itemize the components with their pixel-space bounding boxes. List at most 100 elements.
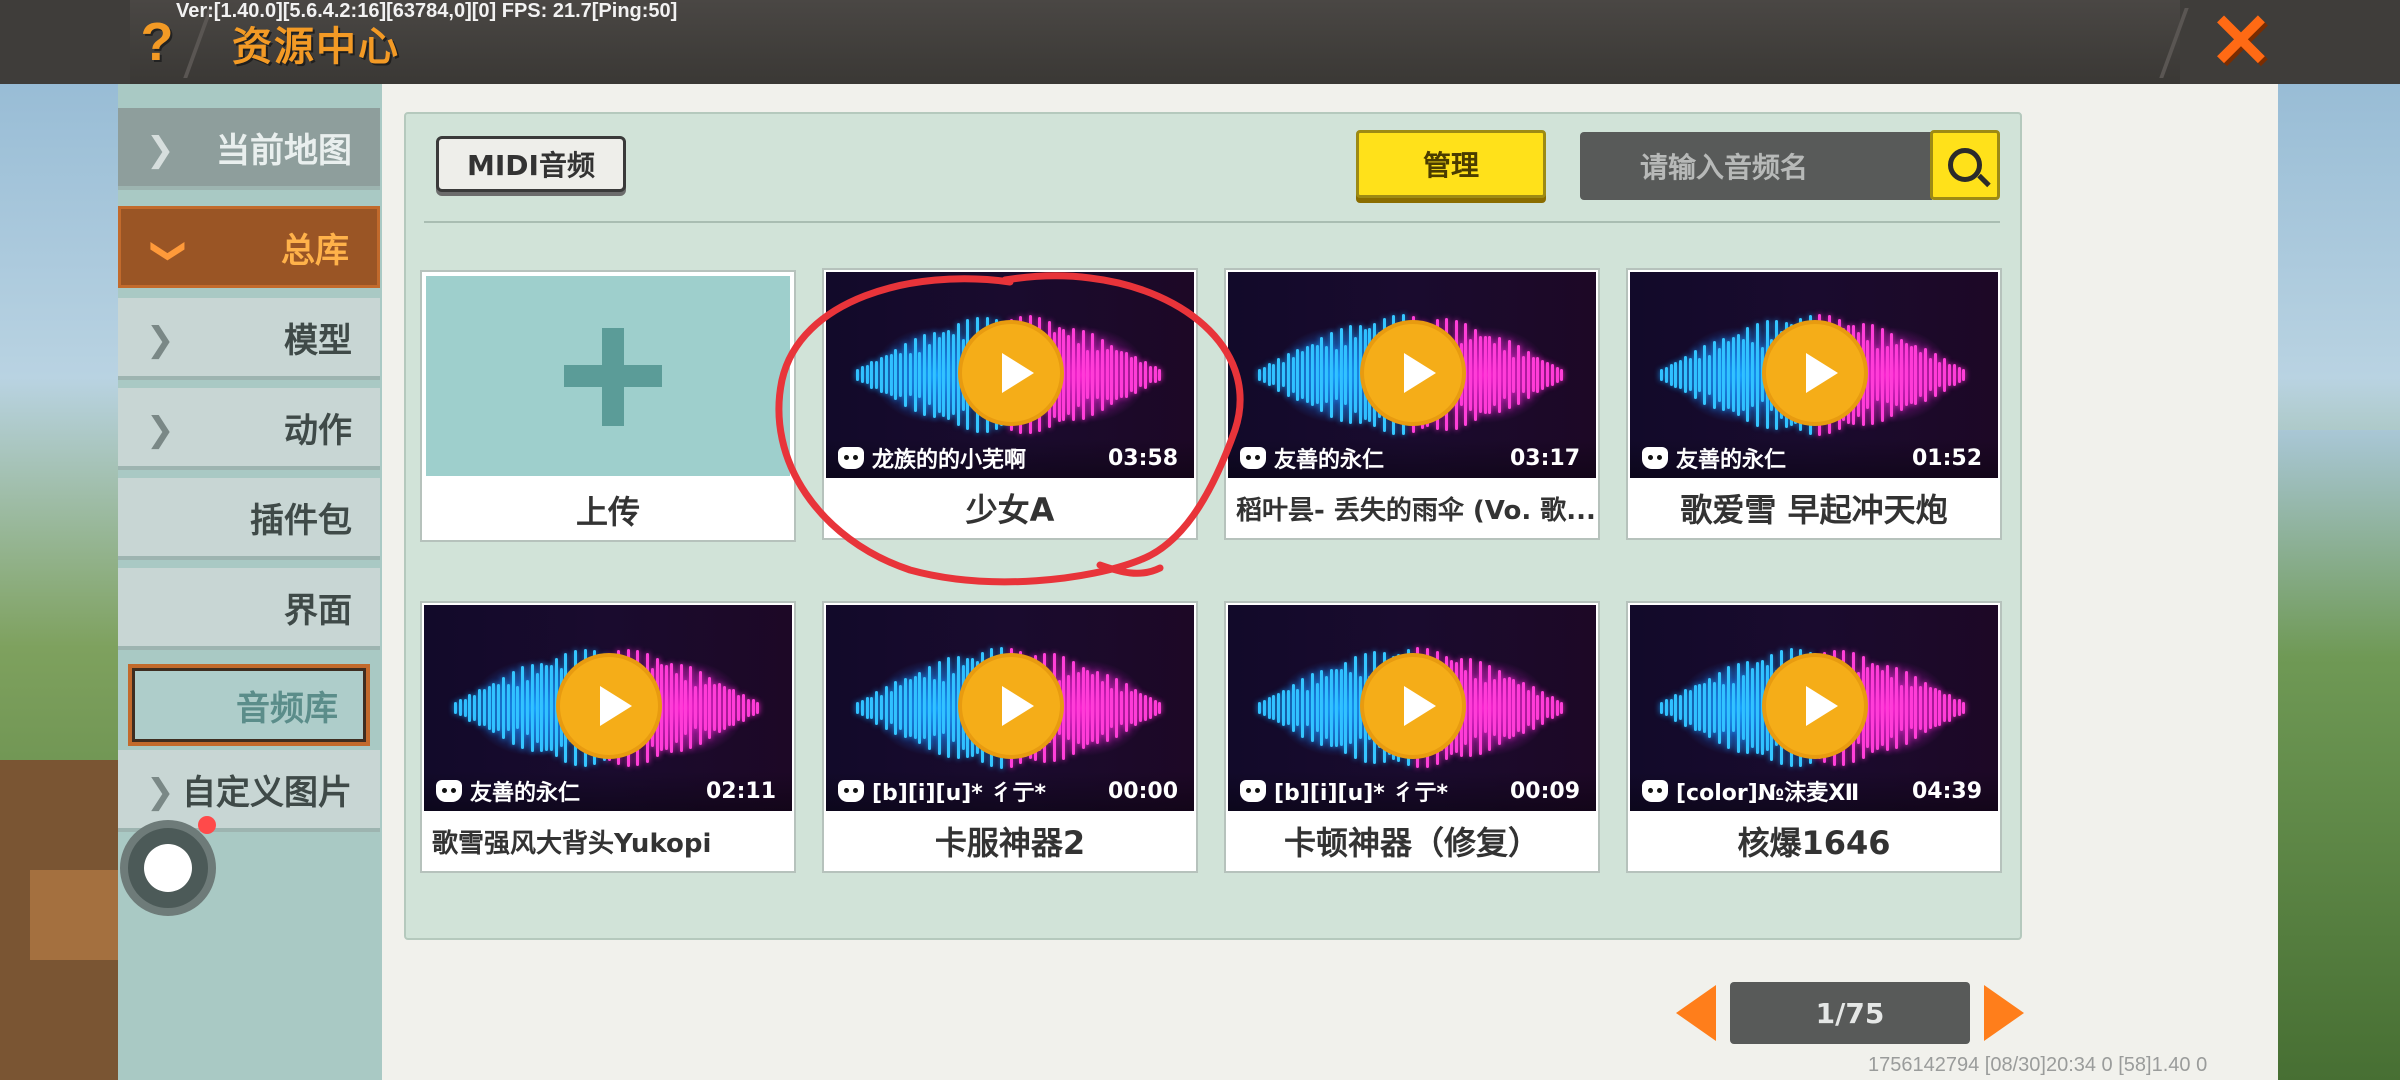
waveform-bar <box>1282 362 1285 387</box>
play-icon[interactable] <box>1762 653 1868 759</box>
waveform-bar <box>1349 325 1352 424</box>
sidebar-item-ui[interactable]: 界面 <box>118 568 380 650</box>
waveform-bar <box>1096 671 1099 744</box>
waveform-bar <box>904 343 907 407</box>
waveform-bar <box>1881 328 1884 422</box>
waveform-bar <box>938 661 941 755</box>
card-title: 歌爱雪 早起冲天炮 <box>1680 491 1948 529</box>
help-icon[interactable]: ? <box>132 10 182 74</box>
waveform-bar <box>947 657 950 758</box>
waveform-bar <box>1474 678 1477 738</box>
waveform-bar <box>1881 670 1884 746</box>
waveform-bar <box>1503 350 1506 399</box>
sidebar-item-models[interactable]: ❯ 模型 <box>118 298 380 380</box>
sidebar-item-custom-images[interactable]: ❯ 自定义图片 <box>118 750 380 832</box>
waveform-bar <box>942 681 945 734</box>
audio-meta: [b][i][u]* 彳亍* 00:00 <box>826 771 1194 811</box>
waveform-bar <box>880 357 883 393</box>
next-page-button[interactable] <box>1984 985 2024 1041</box>
waveform-bar <box>1756 323 1759 427</box>
waveform-bar <box>1698 684 1701 731</box>
sidebar-item-label: 插件包 <box>250 500 352 541</box>
waveform-bar <box>1551 696 1554 719</box>
waveform-bar <box>665 665 668 750</box>
sidebar-item-label: 动作 <box>284 410 352 451</box>
waveform-bar <box>1895 344 1898 406</box>
previous-page-button[interactable] <box>1676 985 1716 1041</box>
sidebar-item-audio-library[interactable]: 音频库 <box>128 664 370 746</box>
waveform-bar <box>512 671 515 745</box>
waveform-bar <box>1905 343 1908 406</box>
waveform-bar <box>1479 336 1482 413</box>
waveform-bar <box>1948 694 1951 722</box>
play-icon[interactable] <box>958 320 1064 426</box>
audio-card[interactable]: [b][i][u]* 彳亍* 00:09 卡顿神器（修复） <box>1224 601 1600 873</box>
audio-card[interactable]: 友善的永仁 03:17 稻叶昙- 丢失的雨伞 (Vo. 歌... <box>1224 268 1600 540</box>
waveform-bar <box>1560 369 1563 381</box>
audio-search-input[interactable]: 请输入音频名 <box>1580 132 1932 200</box>
waveform-bar <box>1508 340 1511 409</box>
audio-duration: 01:52 <box>1911 445 1982 471</box>
waveform-bar <box>1751 342 1754 407</box>
floating-joystick[interactable] <box>120 820 216 916</box>
waveform-bar <box>1134 356 1137 394</box>
waveform-bar <box>1277 358 1280 392</box>
sidebar-item-library[interactable]: ❯ 总库 <box>118 206 380 288</box>
waveform-bar <box>1546 362 1549 387</box>
waveform-bar <box>1354 337 1357 413</box>
waveform-bar <box>1479 661 1482 755</box>
play-icon[interactable] <box>556 653 662 759</box>
author-avatar-icon <box>1642 447 1668 469</box>
waveform-bar <box>1895 667 1898 749</box>
waveform-bar <box>1536 695 1539 720</box>
play-icon[interactable] <box>1360 653 1466 759</box>
waveform-bar <box>1263 700 1266 716</box>
waveform-bar <box>1330 669 1333 747</box>
sidebar-item-plugin-pack[interactable]: 插件包 <box>118 478 380 560</box>
waveform-bar <box>1340 669 1343 746</box>
sidebar-item-current-map[interactable]: ❯ 当前地图 <box>118 108 380 190</box>
audio-card[interactable]: 友善的永仁 02:11 歌雪强风大背头Yukopi <box>420 601 796 873</box>
waveform-bar <box>747 699 750 717</box>
audio-thumbnail: [color]№沫麦Ⅻ 04:39 <box>1630 605 1998 811</box>
background-hill <box>2275 430 2400 1080</box>
waveform-bar <box>875 691 878 725</box>
waveform-bar <box>1914 676 1917 739</box>
waveform-bar <box>1330 332 1333 418</box>
joystick-knob[interactable] <box>144 844 192 892</box>
waveform-bar <box>1488 665 1491 751</box>
waveform-bar <box>1154 700 1157 716</box>
waveform-bar <box>1708 355 1711 395</box>
waveform-bar <box>1292 684 1295 732</box>
waveform-bar <box>1532 686 1535 730</box>
play-icon[interactable] <box>958 653 1064 759</box>
waveform-bar <box>1484 682 1487 733</box>
waveform-bar <box>1282 690 1285 726</box>
close-button[interactable]: ✕ <box>2206 4 2276 80</box>
audio-card[interactable]: 友善的永仁 01:52 歌爱雪 早起冲天炮 <box>1626 268 2002 540</box>
sidebar-item-actions[interactable]: ❯ 动作 <box>118 388 380 470</box>
waveform-bar <box>540 663 543 752</box>
waveform-bar <box>1924 348 1927 402</box>
waveform-bar <box>928 344 931 405</box>
waveform-bar <box>1096 350 1099 399</box>
waveform-bar <box>866 697 869 719</box>
waveform-bar <box>1962 702 1965 714</box>
midi-audio-button[interactable]: MIDI音频 <box>436 136 626 192</box>
waveform-bar <box>1532 357 1535 392</box>
manage-button[interactable]: 管理 <box>1356 130 1546 198</box>
waveform-bar <box>1958 699 1961 716</box>
upload-card[interactable]: 上传 <box>420 270 796 542</box>
waveform-bar <box>1469 339 1472 411</box>
play-icon[interactable] <box>1762 320 1868 426</box>
search-button[interactable] <box>1930 130 2000 200</box>
waveform-bar <box>1306 690 1309 726</box>
waveform-bar <box>1296 349 1299 401</box>
waveform-bar <box>1689 358 1692 391</box>
audio-card[interactable]: [color]№沫麦Ⅻ 04:39 核爆1646 <box>1626 601 2002 873</box>
audio-card[interactable]: [b][i][u]* 彳亍* 00:00 卡服神器2 <box>822 601 1198 873</box>
play-icon[interactable] <box>1360 320 1466 426</box>
waveform-bar <box>756 702 759 714</box>
waveform-bar <box>1130 357 1133 392</box>
audio-card[interactable]: 龙族的的小芜啊 03:58 少女A <box>822 268 1198 540</box>
